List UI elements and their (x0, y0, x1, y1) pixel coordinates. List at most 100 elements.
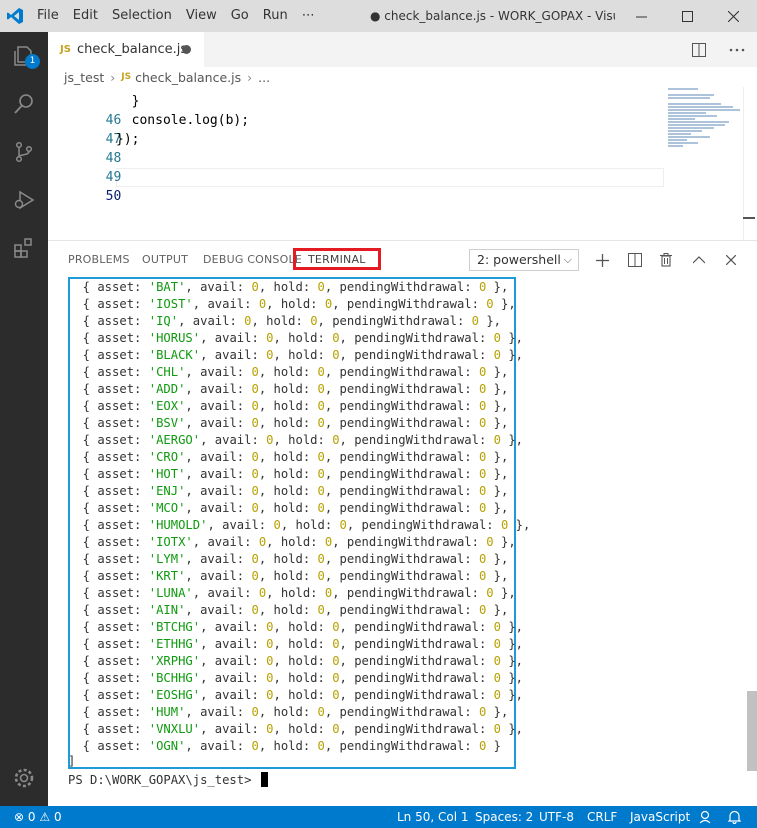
end-of-line[interactable]: CRLF (587, 806, 617, 828)
terminal[interactable]: { asset: 'BAT', avail: 0, hold: 0, pendi… (48, 277, 757, 807)
explorer-icon[interactable]: 1 (0, 32, 48, 80)
new-terminal-plus-icon[interactable] (591, 249, 613, 271)
terminal-line: { asset: 'BCHHG', avail: 0, hold: 0, pen… (68, 671, 523, 685)
row-terminator: }, (508, 722, 523, 736)
search-icon[interactable] (0, 80, 48, 128)
tab-label: check_balance.js (76, 42, 188, 57)
terminal-line: { asset: 'CRO', avail: 0, hold: 0, pendi… (68, 450, 509, 464)
asset-value: IOST (156, 297, 186, 311)
code-line: 50 (48, 168, 668, 204)
split-terminal-icon[interactable] (624, 249, 646, 271)
indentation[interactable]: Spaces: 2 (475, 806, 533, 828)
row-terminator: }, (508, 433, 523, 447)
numeric-value: 0 (266, 688, 274, 702)
code-line: 49 (48, 149, 668, 185)
editor-tab-bar: JS check_balance.js (48, 32, 757, 67)
numeric-value: 0 (317, 280, 325, 294)
breadcrumb-file[interactable]: check_balance.js (135, 70, 241, 85)
numeric-value: 0 (251, 450, 259, 464)
numeric-value: 0 (332, 348, 340, 362)
terminal-line: { asset: 'VNXLU', avail: 0, hold: 0, pen… (68, 722, 523, 736)
asset-value: HUM (156, 705, 179, 719)
numeric-value: 0 (258, 535, 267, 549)
tab-output[interactable]: OUTPUT (142, 253, 188, 266)
numeric-value: 0 (317, 467, 325, 481)
chevron-up-icon[interactable] (688, 249, 710, 271)
run-debug-icon[interactable] (0, 176, 48, 224)
minimize-icon[interactable] (618, 0, 664, 32)
asset-value: ADD (156, 382, 179, 396)
row-terminator: }, (508, 348, 523, 362)
numeric-value: 0 (251, 467, 259, 481)
numeric-value: 0 (258, 297, 267, 311)
numeric-value: 0 (493, 688, 501, 702)
tab-problems[interactable]: PROBLEMS (68, 253, 130, 266)
numeric-value: 0 (478, 552, 487, 566)
numeric-value: 0 (317, 399, 325, 413)
numeric-value: 0 (493, 433, 501, 447)
trash-icon[interactable] (655, 249, 677, 271)
close-panel-icon[interactable] (720, 249, 742, 271)
problems-status[interactable]: ⊗ 0 ⚠ 0 (14, 806, 62, 828)
asset-value: AIN (156, 603, 179, 617)
numeric-value: 0 (251, 603, 259, 617)
minimap[interactable] (668, 87, 744, 187)
terminal-line: { asset: 'IOTX', avail: 0, hold: 0, pend… (68, 535, 516, 549)
breadcrumb-more[interactable]: ... (258, 70, 270, 85)
numeric-value: 0 (332, 654, 340, 668)
row-terminator: }, (493, 484, 509, 498)
terminal-line: { asset: 'HUM', avail: 0, hold: 0, pendi… (68, 705, 509, 719)
numeric-value: 0 (493, 331, 501, 345)
numeric-value: 0 (332, 688, 340, 702)
language-mode[interactable]: JavaScript (630, 806, 690, 828)
unsaved-dot-icon[interactable] (182, 45, 191, 54)
code-editor[interactable]: 46 } 47 console.log(b); 48}); 49 50 (48, 87, 757, 240)
numeric-value: 0 (478, 416, 487, 430)
maximize-icon[interactable] (664, 0, 710, 32)
breadcrumb-folder[interactable]: js_test (64, 70, 104, 85)
menu-selection[interactable]: Selection (105, 0, 179, 32)
terminal-prompt[interactable]: PS D:\WORK_GOPAX\js_test> (68, 772, 268, 789)
menu-edit[interactable]: Edit (66, 0, 105, 32)
terminal-shell-select[interactable]: 2: powershell ⌵ (469, 249, 579, 271)
numeric-value: 0 (317, 603, 325, 617)
numeric-value: 0 (266, 331, 274, 345)
extensions-icon[interactable] (0, 224, 48, 272)
row-terminator: }, (493, 280, 509, 294)
encoding[interactable]: UTF-8 (539, 806, 574, 828)
asset-value: BCHHG (156, 671, 193, 685)
numeric-value: 0 (478, 705, 487, 719)
close-window-icon[interactable] (710, 0, 756, 32)
asset-value: AERGO (156, 433, 193, 447)
menu-run[interactable]: Run (256, 0, 295, 32)
tab-check-balance[interactable]: JS check_balance.js (48, 32, 204, 67)
numeric-value: 0 (324, 535, 333, 549)
terminal-line: { asset: 'BAT', avail: 0, hold: 0, pendi… (68, 280, 509, 294)
more-actions-icon[interactable] (722, 32, 752, 67)
asset-value: ETHHG (156, 637, 193, 651)
settings-gear-icon[interactable] (0, 754, 48, 802)
status-bar: ⊗ 0 ⚠ 0 Ln 50, Col 1 Spaces: 2 UTF-8 CRL… (0, 806, 757, 828)
split-editor-icon[interactable] (684, 32, 714, 67)
numeric-value: 0 (317, 569, 325, 583)
numeric-value: 0 (251, 416, 259, 430)
cursor-position[interactable]: Ln 50, Col 1 (397, 806, 469, 828)
source-control-icon[interactable] (0, 128, 48, 176)
terminal-scrollbar[interactable] (747, 691, 757, 771)
menu-more[interactable]: ⋯ (295, 0, 322, 32)
row-terminator: }, (493, 416, 509, 430)
menu-go[interactable]: Go (224, 0, 256, 32)
menu-file[interactable]: File (30, 0, 66, 32)
numeric-value: 0 (251, 399, 259, 413)
numeric-value: 0 (478, 382, 487, 396)
numeric-value: 0 (478, 603, 487, 617)
terminal-line: { asset: 'CHL', avail: 0, hold: 0, pendi… (68, 365, 509, 379)
numeric-value: 0 (251, 501, 259, 515)
menu-view[interactable]: View (179, 0, 224, 32)
tab-debug-console[interactable]: DEBUG CONSOLE (203, 253, 302, 266)
numeric-value: 0 (478, 280, 487, 294)
row-terminator: }, (493, 450, 509, 464)
numeric-value: 0 (317, 382, 325, 396)
notification-bell-icon[interactable] (727, 806, 742, 828)
feedback-icon[interactable] (698, 806, 712, 828)
